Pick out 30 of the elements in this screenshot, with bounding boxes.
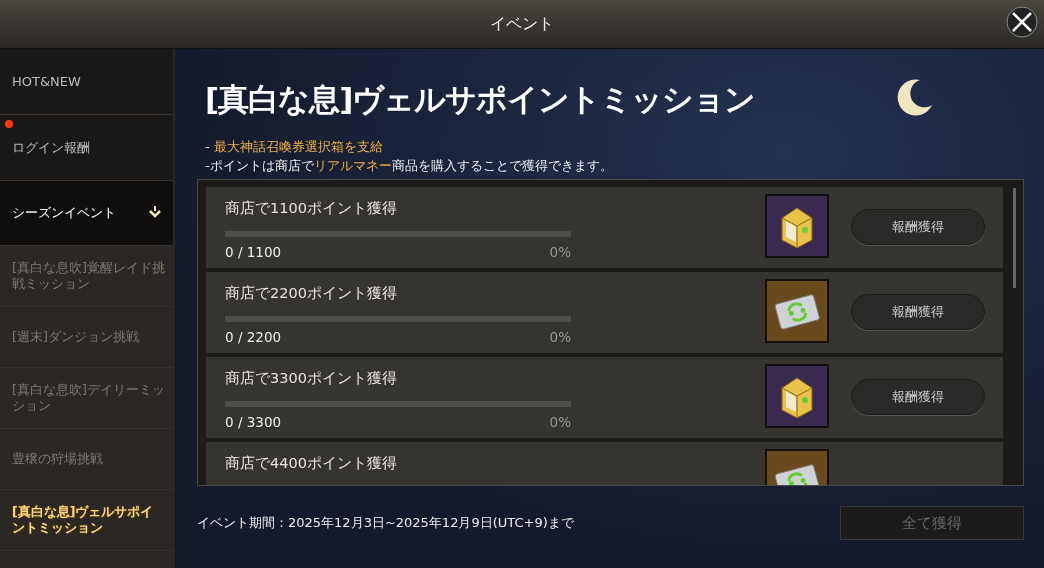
event-note: -ポイントは商店でリアルマネー商品を購入することで獲得できます。 (205, 157, 614, 175)
mission-title: 商店で2200ポイント獲得 (225, 284, 398, 303)
mission-title: 商店で1100ポイント獲得 (225, 199, 398, 218)
claim-reward-button[interactable]: 報酬獲得 (851, 379, 985, 415)
group-label: シーズンイベント (12, 204, 116, 222)
ticket-icon (765, 279, 829, 343)
progress-count: 0 / 1100 (225, 244, 282, 260)
event-period: イベント期間：2025年12月3日~2025年12月9日(UTC+9)まで (197, 514, 574, 532)
chest-icon (765, 194, 829, 258)
window-title: イベント (490, 13, 554, 35)
sidebar-subitem[interactable]: [週末]ダンジョン挑戦 (0, 307, 173, 368)
claim-reward-button[interactable]: 報酬獲得 (851, 209, 985, 245)
chest-icon (765, 364, 829, 428)
mission-title: 商店で4400ポイント獲得 (225, 454, 398, 473)
sidebar-item[interactable]: HOT&NEW (0, 49, 173, 115)
sidebar-subitem[interactable]: [真白な息吹]覚醒レイド挑戦ミッション (0, 246, 173, 307)
claim-reward-button[interactable]: 報酬獲得 (851, 294, 985, 330)
event-title: [真白な息]ヴェルサポイントミッション (205, 80, 756, 119)
sidebar-subitem[interactable]: 豊穣の狩場挑戦 (0, 429, 173, 490)
progress-count: 0 / 2200 (225, 329, 282, 345)
progress-count: 0 / 3300 (225, 414, 282, 430)
sidebar-subitem[interactable]: [真白な息吹]デイリーミッション (0, 368, 173, 429)
mission-title: 商店で3300ポイント獲得 (225, 369, 398, 388)
event-note: - 最大神話召喚券選択箱を支給 (205, 138, 384, 156)
progress-percent: 0% (549, 244, 571, 260)
progress-percent: 0% (549, 329, 571, 345)
close-icon[interactable] (1006, 6, 1038, 38)
progress-percent: 0% (549, 414, 571, 430)
sidebar-subitem[interactable]: [真白な息]ヴェルサポイントミッション (0, 490, 173, 551)
sidebar-group[interactable]: シーズンイベント (0, 181, 173, 246)
